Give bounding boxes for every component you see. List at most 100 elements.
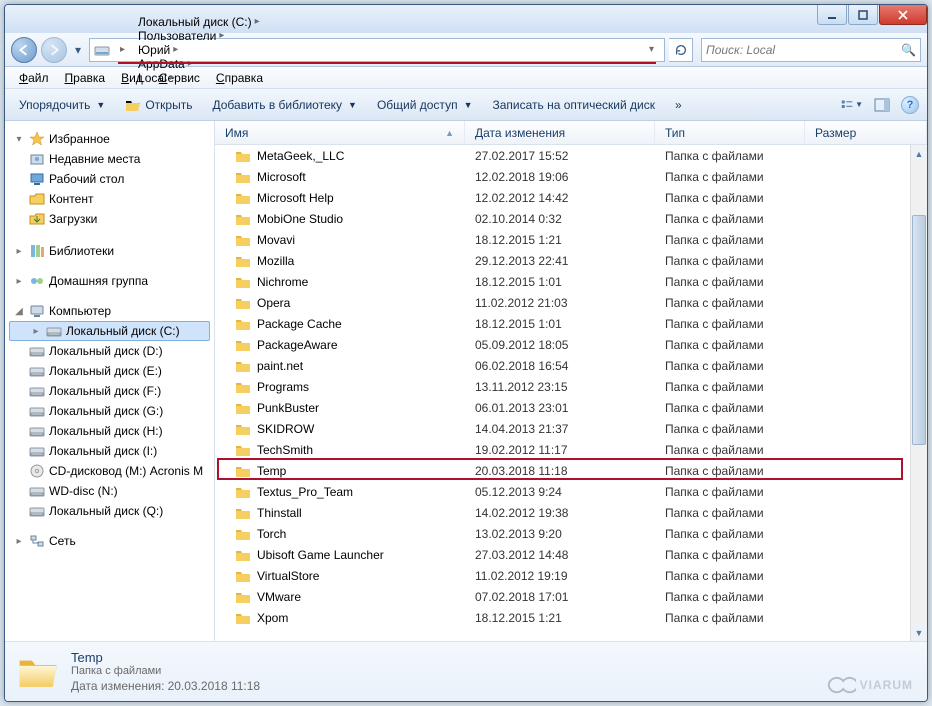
toolbar: Упорядочить▼ Открыть Добавить в библиоте… xyxy=(5,89,927,121)
file-list[interactable]: MetaGeek,_LLC27.02.2017 15:52Папка с фай… xyxy=(215,145,927,641)
sidebar-network[interactable]: ▸Сеть xyxy=(5,531,214,551)
minimize-button[interactable] xyxy=(817,5,847,25)
sidebar-drive-9[interactable]: Локальный диск (Q:) xyxy=(5,501,214,521)
scroll-up[interactable]: ▲ xyxy=(911,145,927,162)
sidebar-drive-7[interactable]: CD-дисковод (M:) Acronis M xyxy=(5,461,214,481)
table-row[interactable]: SKIDROW14.04.2013 21:37Папка с файлами xyxy=(215,418,927,439)
folder-icon xyxy=(235,275,251,289)
table-row[interactable]: MetaGeek,_LLC27.02.2017 15:52Папка с фай… xyxy=(215,145,927,166)
table-row[interactable]: Xpom18.12.2015 1:21Папка с файлами xyxy=(215,607,927,628)
add-to-library-button[interactable]: Добавить в библиотеку▼ xyxy=(206,95,362,115)
maximize-button[interactable] xyxy=(848,5,878,25)
col-name[interactable]: Имя▲ xyxy=(215,121,465,144)
folder-icon xyxy=(235,590,251,604)
folder-icon xyxy=(235,212,251,226)
table-row[interactable]: VMware07.02.2018 17:01Папка с файлами xyxy=(215,586,927,607)
sidebar-fav-0[interactable]: Недавние места xyxy=(5,149,214,169)
sidebar-favorites[interactable]: ▾Избранное xyxy=(5,129,214,149)
sidebar-drive-6[interactable]: Локальный диск (I:) xyxy=(5,441,214,461)
history-dropdown[interactable]: ▾ xyxy=(71,39,85,61)
scroll-down[interactable]: ▼ xyxy=(911,624,927,641)
sidebar-drive-3[interactable]: Локальный диск (F:) xyxy=(5,381,214,401)
breadcrumb-1[interactable]: Пользователи▸ xyxy=(133,29,268,43)
folder-icon xyxy=(235,464,251,478)
breadcrumb-3[interactable]: AppData▸ xyxy=(133,57,268,71)
star-icon xyxy=(29,131,45,147)
sidebar-drive-4[interactable]: Локальный диск (G:) xyxy=(5,401,214,421)
sidebar-fav-3[interactable]: Загрузки xyxy=(5,209,214,229)
help-button[interactable]: ? xyxy=(901,96,919,114)
fav-icon xyxy=(29,211,45,227)
sidebar-fav-2[interactable]: Контент xyxy=(5,189,214,209)
watermark: VIARUM xyxy=(824,675,913,695)
toolbar-overflow[interactable]: » xyxy=(669,95,688,115)
search-placeholder: Поиск: Local xyxy=(706,43,775,57)
table-row[interactable]: Temp20.03.2018 11:18Папка с файлами xyxy=(215,460,927,481)
menu-файл[interactable]: Файл xyxy=(13,69,55,87)
close-button[interactable] xyxy=(879,5,927,25)
table-row[interactable]: Microsoft12.02.2018 19:06Папка с файлами xyxy=(215,166,927,187)
fav-icon xyxy=(29,191,45,207)
scroll-thumb[interactable] xyxy=(912,215,926,445)
sidebar-computer[interactable]: ◢Компьютер xyxy=(5,301,214,321)
folder-open-icon xyxy=(125,98,141,112)
breadcrumb-root-sep[interactable]: ▸ xyxy=(112,39,133,61)
table-row[interactable]: paint.net06.02.2018 16:54Папка с файлами xyxy=(215,355,927,376)
drive-icon xyxy=(46,323,62,339)
sidebar-drive-2[interactable]: Локальный диск (E:) xyxy=(5,361,214,381)
table-row[interactable]: Mozilla29.12.2013 22:41Папка с файлами xyxy=(215,250,927,271)
sidebar-fav-1[interactable]: Рабочий стол xyxy=(5,169,214,189)
address-bar[interactable]: ▸ Локальный диск (C:)▸Пользователи▸Юрий▸… xyxy=(89,38,665,62)
back-button[interactable] xyxy=(11,37,37,63)
col-type[interactable]: Тип xyxy=(655,121,805,144)
folder-icon xyxy=(235,191,251,205)
preview-pane-button[interactable] xyxy=(871,94,893,116)
folder-icon xyxy=(235,359,251,373)
fav-icon xyxy=(29,151,45,167)
folder-icon xyxy=(235,380,251,394)
col-date[interactable]: Дата изменения xyxy=(465,121,655,144)
drive-icon xyxy=(94,42,110,58)
search-input[interactable]: Поиск: Local 🔍 xyxy=(701,38,921,62)
table-row[interactable]: Programs13.11.2012 23:15Папка с файлами xyxy=(215,376,927,397)
refresh-button[interactable] xyxy=(669,38,693,62)
col-size[interactable]: Размер xyxy=(805,121,927,144)
scrollbar[interactable]: ▲ ▼ xyxy=(910,145,927,641)
view-options-button[interactable]: ▼ xyxy=(841,94,863,116)
folder-icon xyxy=(235,170,251,184)
details-pane: Temp Папка с файлами Дата изменения: 20.… xyxy=(5,641,927,701)
table-row[interactable]: Textus_Pro_Team05.12.2013 9:24Папка с фа… xyxy=(215,481,927,502)
sidebar-drive-0[interactable]: ▸Локальный диск (C:) xyxy=(9,321,210,341)
address-dropdown[interactable]: ▾ xyxy=(641,39,662,61)
table-row[interactable]: PunkBuster06.01.2013 23:01Папка с файлам… xyxy=(215,397,927,418)
table-row[interactable]: Ubisoft Game Launcher27.03.2012 14:48Пап… xyxy=(215,544,927,565)
breadcrumb-2[interactable]: Юрий▸ xyxy=(133,43,268,57)
drive-icon xyxy=(29,383,45,399)
table-row[interactable]: TechSmith19.02.2012 11:17Папка с файлами xyxy=(215,439,927,460)
sidebar-drive-1[interactable]: Локальный диск (D:) xyxy=(5,341,214,361)
breadcrumb-4[interactable]: Local▸ xyxy=(133,71,268,85)
table-row[interactable]: Opera11.02.2012 21:03Папка с файлами xyxy=(215,292,927,313)
share-button[interactable]: Общий доступ▼ xyxy=(371,95,479,115)
table-row[interactable]: PackageAware05.09.2012 18:05Папка с файл… xyxy=(215,334,927,355)
folder-icon xyxy=(235,317,251,331)
table-row[interactable]: VirtualStore11.02.2012 19:19Папка с файл… xyxy=(215,565,927,586)
table-row[interactable]: Torch13.02.2013 9:20Папка с файлами xyxy=(215,523,927,544)
table-row[interactable]: Nichrome18.12.2015 1:01Папка с файлами xyxy=(215,271,927,292)
table-row[interactable]: MobiOne Studio02.10.2014 0:32Папка с фай… xyxy=(215,208,927,229)
burn-button[interactable]: Записать на оптический диск xyxy=(486,95,661,115)
organize-button[interactable]: Упорядочить▼ xyxy=(13,95,111,115)
sidebar-homegroup[interactable]: ▸Домашняя группа xyxy=(5,271,214,291)
sidebar-drive-5[interactable]: Локальный диск (H:) xyxy=(5,421,214,441)
table-row[interactable]: Package Cache18.12.2015 1:01Папка с файл… xyxy=(215,313,927,334)
sidebar-libraries[interactable]: ▸Библиотеки xyxy=(5,241,214,261)
table-row[interactable]: Movavi18.12.2015 1:21Папка с файлами xyxy=(215,229,927,250)
forward-button[interactable] xyxy=(41,37,67,63)
breadcrumb-0[interactable]: Локальный диск (C:)▸ xyxy=(133,15,268,29)
folder-icon xyxy=(235,296,251,310)
sidebar-drive-8[interactable]: WD-disc (N:) xyxy=(5,481,214,501)
open-button[interactable]: Открыть xyxy=(119,95,198,115)
table-row[interactable]: Thinstall14.02.2012 19:38Папка с файлами xyxy=(215,502,927,523)
menu-правка[interactable]: Правка xyxy=(59,69,112,87)
table-row[interactable]: Microsoft Help12.02.2012 14:42Папка с фа… xyxy=(215,187,927,208)
